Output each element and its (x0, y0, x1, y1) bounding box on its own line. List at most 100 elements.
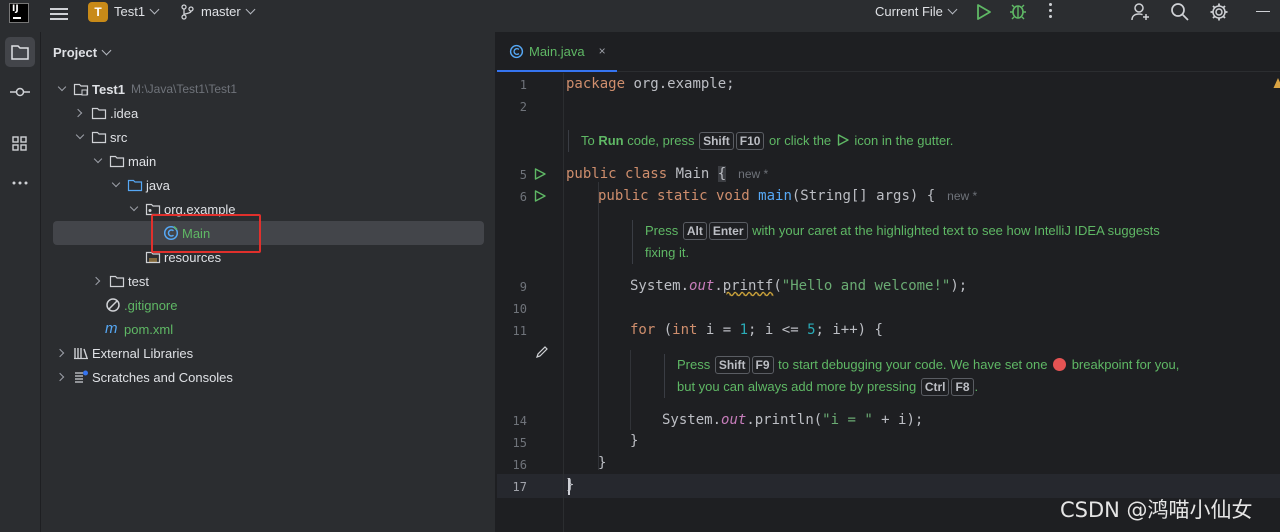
project-panel-title[interactable]: Project (53, 45, 112, 60)
tab-main-java[interactable]: Main.java × (497, 32, 617, 72)
chevron-down-icon[interactable] (55, 82, 69, 96)
code-line-5[interactable]: public class Main {new * (566, 166, 768, 182)
folder-icon (109, 155, 125, 168)
shortcut-key: F9 (751, 356, 774, 374)
add-user-icon[interactable] (1130, 2, 1150, 22)
token: .println( (746, 412, 823, 428)
run-config-selector[interactable]: Current File (875, 4, 958, 19)
chevron-right-icon[interactable] (55, 370, 69, 384)
chevron-down-icon (947, 4, 958, 15)
doc-text: . (974, 379, 979, 394)
author-inlay-hint[interactable]: new * (947, 189, 977, 203)
chevron-down-icon[interactable] (91, 154, 105, 168)
author-inlay-hint[interactable]: new * (738, 167, 768, 181)
code-line-16[interactable]: } (598, 455, 606, 471)
tree-item-label: main (128, 153, 157, 169)
run-gutter-icon[interactable] (534, 168, 546, 180)
chevron-right-icon[interactable] (91, 274, 105, 288)
code-line-6[interactable]: public static void main(String[] args) {… (598, 188, 977, 204)
maven-icon: m (105, 320, 118, 337)
structure-icon (12, 136, 27, 151)
token: ); (950, 278, 968, 294)
close-icon[interactable]: × (599, 44, 606, 58)
folder-icon (109, 275, 125, 288)
branch-name: master (201, 4, 241, 19)
token: public static void (598, 188, 750, 204)
tree-item-main-class[interactable]: Main (53, 221, 484, 245)
tree-item-idea[interactable]: .idea (53, 101, 484, 125)
text-caret (568, 478, 570, 495)
chevron-down-icon[interactable] (73, 130, 87, 144)
chevron-down-icon[interactable] (109, 178, 123, 192)
doc-comment-intentions: Press Alt Enter with your caret at the hi… (632, 220, 1212, 264)
intellij-logo[interactable]: IJ (9, 3, 29, 23)
code-line-11[interactable]: for (int i = 1; i <= 5; i++) { (630, 322, 883, 338)
tree-item-scratches[interactable]: Scratches and Consoles (53, 365, 484, 389)
gear-icon[interactable] (1209, 2, 1229, 22)
git-branch-icon[interactable] (180, 4, 194, 20)
code-line-1[interactable]: package org.example; (566, 76, 735, 92)
warning-icon[interactable] (1273, 77, 1280, 89)
token: printf (722, 278, 774, 294)
tree-item-test[interactable]: test (53, 269, 484, 293)
more-tools-button[interactable] (5, 168, 35, 198)
tree-item-java[interactable]: java (53, 173, 484, 197)
tree-item-label: java (146, 177, 170, 193)
library-icon (74, 348, 88, 360)
tab-label: Main.java (529, 43, 585, 59)
tree-item-pom-xml[interactable]: m pom.xml (53, 317, 484, 341)
run-icon[interactable] (976, 3, 992, 21)
tree-item-label: .idea (110, 105, 139, 121)
line-number: 14 (512, 414, 527, 428)
shortcut-key: Shift (699, 132, 734, 150)
line-number: 17 (512, 480, 527, 494)
search-icon[interactable] (1170, 2, 1190, 22)
tree-item-org-example[interactable]: org.example (53, 197, 484, 221)
tree-item-label: Test1 (92, 81, 125, 97)
chevron-right-icon[interactable] (73, 106, 87, 120)
project-badge[interactable]: T (88, 2, 108, 22)
commit-tool-button[interactable] (5, 77, 35, 107)
folder-icon (91, 131, 107, 144)
line-number: 16 (512, 458, 527, 472)
tree-item-gitignore[interactable]: .gitignore (53, 293, 484, 317)
token: Main (667, 166, 718, 182)
line-number: 1 (519, 78, 527, 92)
doc-text: Run (598, 133, 624, 148)
doc-text: to start debugging your code. We have se… (774, 357, 1052, 372)
doc-text: fixing it. (645, 245, 690, 260)
token: + i); (872, 412, 924, 428)
more-actions-icon[interactable] (1049, 3, 1053, 19)
main-menu-icon[interactable] (50, 5, 68, 21)
tree-item-external-libraries[interactable]: External Libraries (53, 341, 484, 365)
run-config-label: Current File (875, 4, 943, 19)
tree-item-src[interactable]: src (53, 125, 484, 149)
token: org.example; (625, 76, 735, 92)
run-gutter-icon[interactable] (534, 190, 546, 202)
tree-item-main[interactable]: main (53, 149, 484, 173)
code-line-15[interactable]: } (630, 433, 638, 449)
token: i = (697, 322, 740, 338)
edit-doc-icon[interactable] (535, 345, 549, 359)
editor-area: Main.java × 1 2 5 6 9 10 11 14 15 16 17 … (497, 32, 1280, 532)
tree-item-resources[interactable]: resources (53, 245, 484, 269)
chevron-right-icon[interactable] (55, 346, 69, 360)
chevron-down-icon (245, 4, 256, 15)
chevron-down-icon[interactable] (127, 202, 141, 216)
token: System. (662, 412, 722, 428)
tree-item-test1[interactable]: Test1 M:\Java\Test1\Test1 (53, 77, 484, 101)
java-class-icon (509, 44, 524, 58)
branch-selector[interactable]: master (201, 4, 256, 19)
project-switcher[interactable]: Test1 (114, 4, 160, 19)
structure-tool-button[interactable] (5, 129, 35, 159)
minimize-button[interactable] (1256, 11, 1270, 12)
shortcut-key: F10 (735, 132, 765, 150)
debug-icon[interactable] (1009, 2, 1027, 20)
project-tool-button[interactable] (5, 37, 35, 67)
tree-item-label: src (110, 129, 128, 145)
code-line-14[interactable]: System.out.println("i = " + i); (662, 412, 923, 428)
commit-icon (10, 87, 30, 97)
line-number: 11 (512, 324, 527, 338)
indent-guide (630, 350, 631, 430)
code-line-9[interactable]: System.out.printf("Hello and welcome!"); (630, 278, 967, 294)
